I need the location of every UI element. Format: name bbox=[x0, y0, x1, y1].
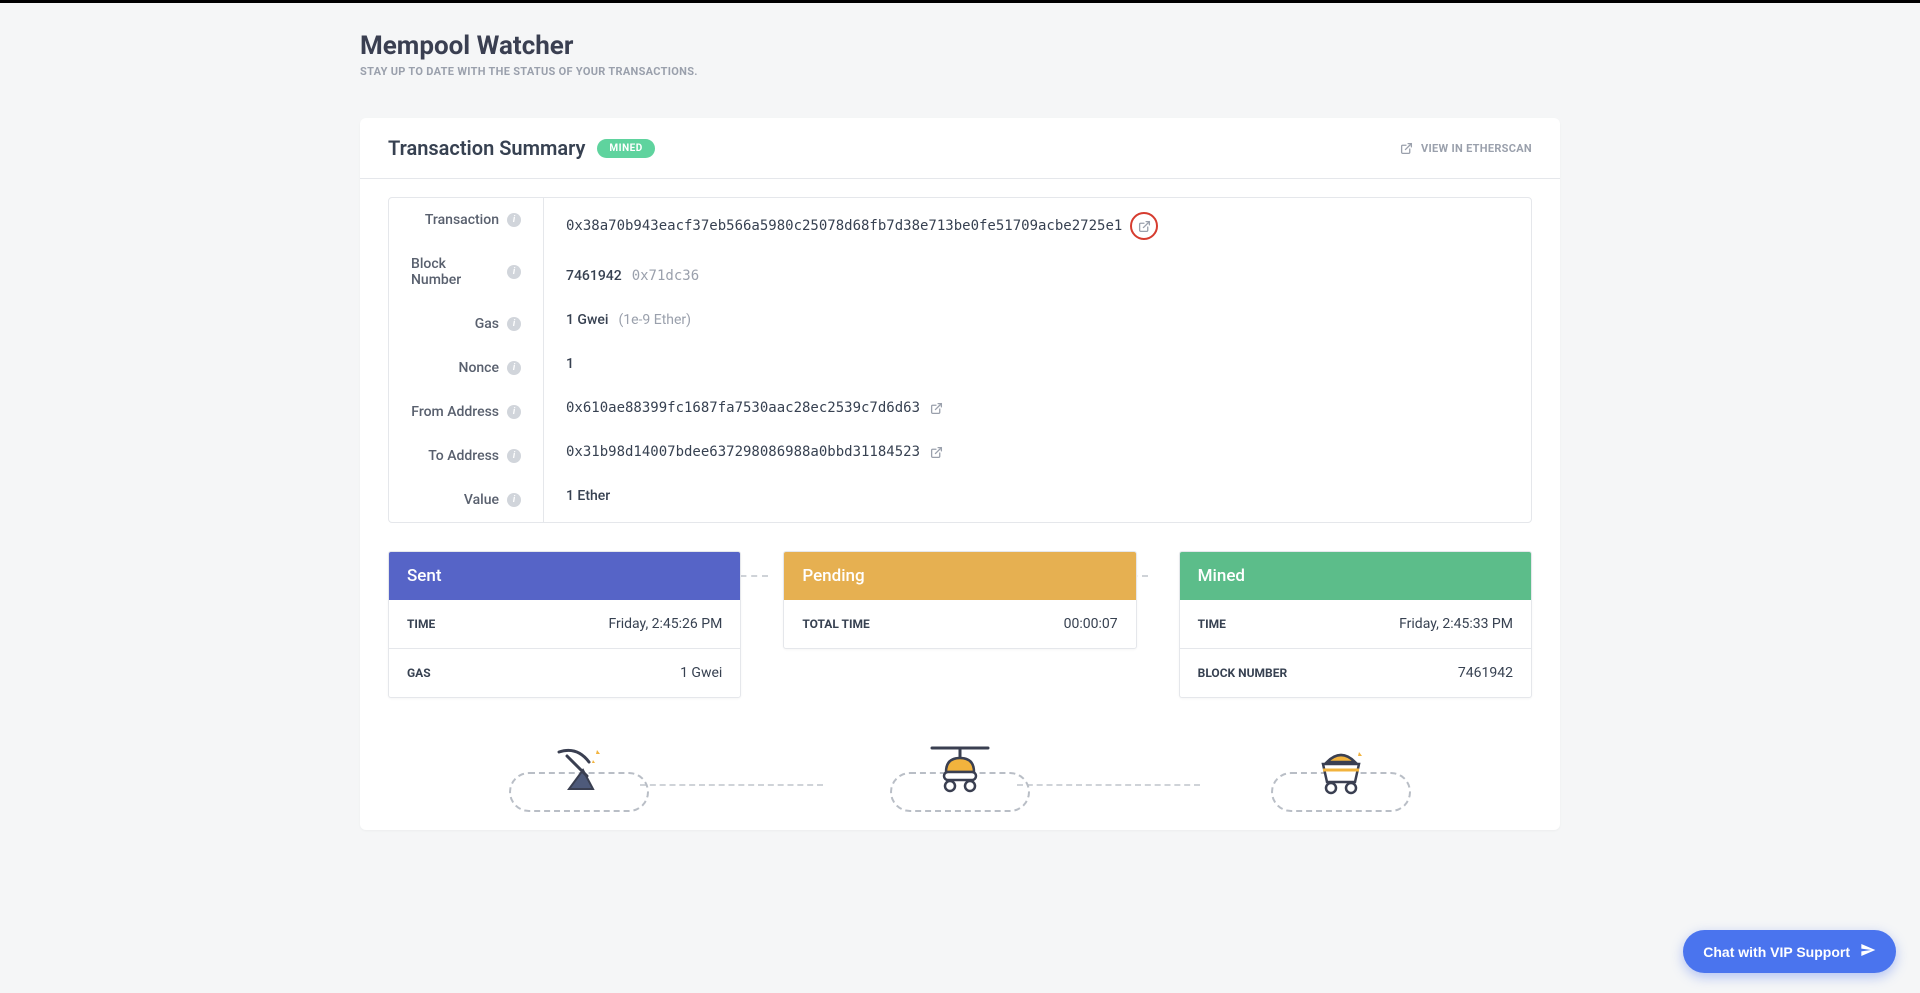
ether-value: 1 Ether bbox=[566, 488, 610, 504]
info-icon[interactable] bbox=[507, 361, 521, 375]
label-nonce: Nonce bbox=[389, 346, 543, 390]
status-line: BLOCK NUMBER 7461942 bbox=[1180, 648, 1531, 697]
label-from: From Address bbox=[389, 390, 543, 434]
info-icon[interactable] bbox=[507, 265, 521, 279]
value-transaction: 0x38a70b943eacf37eb566a5980c25078d68fb7d… bbox=[544, 198, 1531, 254]
page-subtitle: STAY UP TO DATE WITH THE STATUS OF YOUR … bbox=[360, 65, 1560, 78]
sent-time-value: Friday, 2:45:26 PM bbox=[608, 616, 722, 632]
card-header: Transaction Summary MINED VIEW IN ETHERS… bbox=[360, 118, 1560, 179]
label-gas: Gas bbox=[389, 302, 543, 346]
value-to: 0x31b98d14007bdee637298086988a0bbd311845… bbox=[544, 430, 1531, 474]
chat-support-label: Chat with VIP Support bbox=[1703, 944, 1850, 960]
external-link-icon bbox=[1400, 142, 1413, 155]
value-from: 0x610ae88399fc1687fa7530aac28ec2539c7d6d… bbox=[544, 386, 1531, 430]
block-hex: 0x71dc36 bbox=[632, 268, 699, 284]
status-card-mined: Mined TIME Friday, 2:45:33 PM BLOCK NUMB… bbox=[1179, 551, 1532, 698]
view-in-etherscan-label: VIEW IN ETHERSCAN bbox=[1421, 142, 1532, 155]
transaction-external-link[interactable] bbox=[1138, 220, 1151, 233]
illustration-pickaxe bbox=[499, 742, 659, 812]
status-card-pending: Pending TOTAL TIME 00:00:07 bbox=[783, 551, 1136, 649]
summary-table: Transaction Block Number Gas Nonce From … bbox=[388, 197, 1532, 523]
helicopter-icon bbox=[924, 740, 996, 800]
from-external-link[interactable] bbox=[930, 402, 943, 415]
to-address: 0x31b98d14007bdee637298086988a0bbd311845… bbox=[566, 444, 920, 460]
transaction-hash: 0x38a70b943eacf37eb566a5980c25078d68fb7d… bbox=[566, 218, 1122, 234]
block-number: 7461942 bbox=[566, 268, 622, 284]
illustration-row bbox=[388, 742, 1532, 812]
page-title: Mempool Watcher bbox=[360, 31, 1560, 61]
chat-support-button[interactable]: Chat with VIP Support bbox=[1683, 930, 1896, 973]
illustration-helicopter bbox=[880, 742, 1040, 812]
transaction-summary-card: Transaction Summary MINED VIEW IN ETHERS… bbox=[360, 118, 1560, 830]
status-title-sent: Sent bbox=[389, 552, 740, 600]
status-row: Sent TIME Friday, 2:45:26 PM GAS 1 Gwei … bbox=[388, 551, 1532, 698]
highlighted-external-link bbox=[1130, 212, 1158, 240]
gas-amount: 1 Gwei bbox=[566, 312, 608, 328]
label-value: Value bbox=[389, 478, 543, 522]
to-external-link[interactable] bbox=[930, 446, 943, 459]
sent-gas-label: GAS bbox=[407, 666, 431, 680]
label-block: Block Number bbox=[389, 242, 543, 302]
info-icon[interactable] bbox=[507, 493, 521, 507]
gas-note: (1e-9 Ether) bbox=[618, 312, 691, 328]
pickaxe-icon bbox=[549, 744, 609, 800]
status-line: GAS 1 Gwei bbox=[389, 648, 740, 697]
status-card-sent: Sent TIME Friday, 2:45:26 PM GAS 1 Gwei bbox=[388, 551, 741, 698]
mined-time-label: TIME bbox=[1198, 617, 1226, 631]
pending-total-label: TOTAL TIME bbox=[802, 617, 869, 631]
value-block: 7461942 0x71dc36 bbox=[544, 254, 1531, 298]
from-address: 0x610ae88399fc1687fa7530aac28ec2539c7d6d… bbox=[566, 400, 920, 416]
paper-plane-icon bbox=[1860, 942, 1876, 961]
summary-body: Transaction Block Number Gas Nonce From … bbox=[360, 179, 1560, 830]
status-title-pending: Pending bbox=[784, 552, 1135, 600]
status-line: TOTAL TIME 00:00:07 bbox=[784, 600, 1135, 648]
page-container: Mempool Watcher STAY UP TO DATE WITH THE… bbox=[310, 3, 1610, 880]
info-icon[interactable] bbox=[507, 317, 521, 331]
mined-block-value: 7461942 bbox=[1458, 665, 1513, 681]
illustration-minecart bbox=[1261, 742, 1421, 812]
connector-line bbox=[640, 784, 823, 786]
connector-line bbox=[1017, 784, 1200, 786]
status-badge: MINED bbox=[597, 139, 654, 158]
mined-time-value: Friday, 2:45:33 PM bbox=[1399, 616, 1513, 632]
status-line: TIME Friday, 2:45:33 PM bbox=[1180, 600, 1531, 648]
nonce-value: 1 bbox=[566, 356, 574, 372]
label-transaction: Transaction bbox=[389, 198, 543, 242]
info-icon[interactable] bbox=[507, 449, 521, 463]
sent-time-label: TIME bbox=[407, 617, 435, 631]
status-title-mined: Mined bbox=[1180, 552, 1531, 600]
label-to: To Address bbox=[389, 434, 543, 478]
mined-block-label: BLOCK NUMBER bbox=[1198, 666, 1288, 680]
view-in-etherscan-button[interactable]: VIEW IN ETHERSCAN bbox=[1400, 142, 1532, 155]
value-gas: 1 Gwei (1e-9 Ether) bbox=[544, 298, 1531, 342]
value-nonce: 1 bbox=[544, 342, 1531, 386]
pending-total-value: 00:00:07 bbox=[1064, 616, 1118, 632]
value-value: 1 Ether bbox=[544, 474, 1531, 518]
info-icon[interactable] bbox=[507, 405, 521, 419]
minecart-icon bbox=[1309, 744, 1373, 800]
card-title: Transaction Summary bbox=[388, 136, 585, 160]
info-icon[interactable] bbox=[507, 213, 521, 227]
status-line: TIME Friday, 2:45:26 PM bbox=[389, 600, 740, 648]
summary-labels: Transaction Block Number Gas Nonce From … bbox=[389, 198, 544, 522]
summary-values: 0x38a70b943eacf37eb566a5980c25078d68fb7d… bbox=[544, 198, 1531, 522]
sent-gas-value: 1 Gwei bbox=[680, 665, 722, 681]
